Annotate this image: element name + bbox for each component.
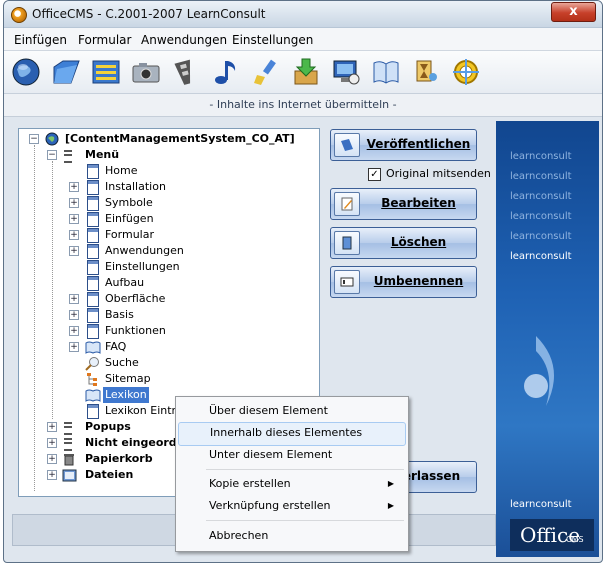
ctx-item-copy[interactable]: Kopie erstellen ▶ <box>178 473 406 495</box>
brand-text: learnconsult <box>510 251 572 262</box>
officecms-logo: Office CMS <box>510 519 594 551</box>
page-icon <box>87 308 99 323</box>
brand-text: learnconsult <box>510 499 572 510</box>
ctx-separator <box>206 520 404 521</box>
globe-icon <box>45 132 59 146</box>
expand-icon[interactable]: + <box>69 246 79 256</box>
app-icon <box>11 7 27 23</box>
expand-icon[interactable]: + <box>69 310 79 320</box>
magnifier-icon <box>85 357 99 371</box>
menu-formular[interactable]: Formular <box>78 33 131 47</box>
folder-icon[interactable] <box>50 56 82 88</box>
brand-text: learnconsult <box>510 191 572 202</box>
sitemap-icon <box>87 373 97 386</box>
edit-icon <box>334 192 360 216</box>
context-menu: Über diesem Element Innerhalb dieses Ele… <box>175 396 409 552</box>
ctx-item-above[interactable]: Über diesem Element <box>178 400 406 422</box>
page-icon <box>87 196 99 211</box>
page-icon <box>87 228 99 243</box>
toolbar <box>4 51 602 94</box>
menu-einstellungen[interactable]: Einstellungen <box>232 33 313 47</box>
book-icon[interactable] <box>370 56 402 88</box>
page-icon <box>87 276 99 291</box>
page-icon <box>87 164 99 179</box>
book-icon <box>85 341 101 354</box>
brand-text: learnconsult <box>510 151 572 162</box>
brand-banner: learnconsult learnconsult learnconsult l… <box>496 121 599 557</box>
menu-bar: Einfügen Formular Anwendungen Einstellun… <box>4 28 602 51</box>
page-icon <box>87 212 99 227</box>
ctx-separator <box>206 469 404 470</box>
book-icon <box>85 389 101 402</box>
window-title: OfficeCMS - C.2001-2007 LearnConsult <box>32 7 266 21</box>
expand-icon[interactable]: + <box>47 454 57 464</box>
hourglass-icon[interactable] <box>410 56 442 88</box>
brush-icon[interactable] <box>250 56 282 88</box>
expand-icon[interactable]: + <box>69 198 79 208</box>
tree-line <box>52 161 53 419</box>
brand-text: learnconsult <box>510 231 572 242</box>
menu-icon <box>64 150 72 163</box>
rename-icon <box>334 270 360 294</box>
page-icon <box>87 180 99 195</box>
edit-button[interactable]: Bearbeiten <box>330 188 477 220</box>
title-bar: OfficeCMS - C.2001-2007 LearnConsult x <box>4 1 602 28</box>
close-button[interactable]: x <box>551 2 596 22</box>
ctx-item-cancel[interactable]: Abbrechen <box>178 525 406 547</box>
tree-menu-label: Menü <box>85 148 120 161</box>
ctx-item-inside[interactable]: Innerhalb dieses Elementes <box>178 422 406 446</box>
music-note-icon[interactable] <box>210 56 242 88</box>
download-box-icon[interactable] <box>290 56 322 88</box>
collapse-icon[interactable]: − <box>47 150 57 160</box>
page-icon <box>87 404 99 419</box>
ctx-item-link[interactable]: Verknüpfung erstellen ▶ <box>178 495 406 517</box>
submenu-arrow-icon: ▶ <box>387 501 394 510</box>
camera-icon[interactable] <box>130 56 162 88</box>
expand-icon[interactable]: + <box>69 294 79 304</box>
menu-einfuegen[interactable]: Einfügen <box>14 33 67 47</box>
app-window: OfficeCMS - C.2001-2007 LearnConsult x E… <box>3 0 603 563</box>
expand-icon[interactable]: + <box>69 230 79 240</box>
menu-anwendungen[interactable]: Anwendungen <box>141 33 227 47</box>
tree-line <box>34 145 35 491</box>
list-icon[interactable] <box>90 56 122 88</box>
brand-text: learnconsult <box>510 171 572 182</box>
monitor-icon[interactable] <box>330 56 362 88</box>
film-icon[interactable] <box>170 56 202 88</box>
page-icon <box>87 244 99 259</box>
original-checkbox-label: Original mitsenden <box>386 167 491 180</box>
brand-text: learnconsult <box>510 211 572 222</box>
original-checkbox[interactable]: ✓ <box>368 168 381 181</box>
collapse-icon[interactable]: − <box>29 134 39 144</box>
page-icon <box>87 324 99 339</box>
submenu-arrow-icon: ▶ <box>387 479 394 488</box>
page-icon <box>87 292 99 307</box>
expand-icon[interactable]: + <box>47 422 57 432</box>
expand-icon[interactable]: + <box>69 214 79 224</box>
expand-icon[interactable]: + <box>69 326 79 336</box>
publish-button[interactable]: Veröffentlichen <box>330 129 477 161</box>
crosshair-icon[interactable] <box>450 56 482 88</box>
status-line: - Inhalte ins Internet übermitteln - <box>4 94 602 117</box>
swoosh-logo <box>524 336 554 406</box>
files-icon <box>62 469 77 482</box>
expand-icon[interactable]: + <box>47 438 57 448</box>
selected-node-label: Lexikon <box>103 387 149 403</box>
expand-icon[interactable]: + <box>69 182 79 192</box>
expand-icon[interactable]: + <box>47 470 57 480</box>
rename-button[interactable]: Umbenennen <box>330 266 477 298</box>
delete-button[interactable]: Löschen <box>330 227 477 259</box>
page-icon <box>87 260 99 275</box>
publish-icon <box>334 133 360 157</box>
expand-icon[interactable]: + <box>69 342 79 352</box>
trash-icon <box>64 454 74 466</box>
ctx-item-below[interactable]: Unter diesem Element <box>178 444 406 466</box>
tree-root-label: [ContentManagementSystem_CO_AT] <box>65 132 295 145</box>
delete-icon <box>334 231 360 255</box>
menu-icon <box>64 422 72 435</box>
menu-icon <box>64 438 72 451</box>
globe-icon[interactable] <box>10 56 42 88</box>
